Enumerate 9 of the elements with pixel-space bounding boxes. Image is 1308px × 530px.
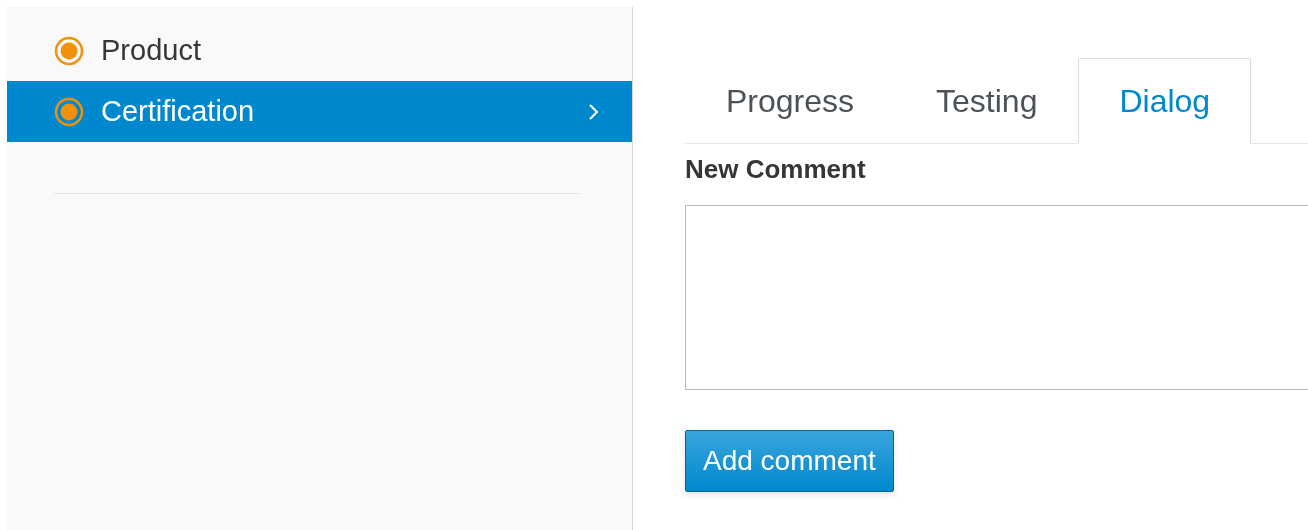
chevron-right-icon bbox=[588, 102, 600, 121]
field-label: New Comment bbox=[685, 154, 866, 185]
sidebar-item[interactable]: Product bbox=[7, 20, 632, 81]
tab[interactable]: Dialog bbox=[1078, 58, 1252, 144]
comment-field[interactable] bbox=[685, 205, 1308, 390]
sidebar-item[interactable]: Certification bbox=[7, 81, 632, 142]
status-icon bbox=[54, 35, 84, 66]
status-icon bbox=[54, 96, 84, 127]
tab[interactable]: Progress bbox=[685, 58, 896, 144]
